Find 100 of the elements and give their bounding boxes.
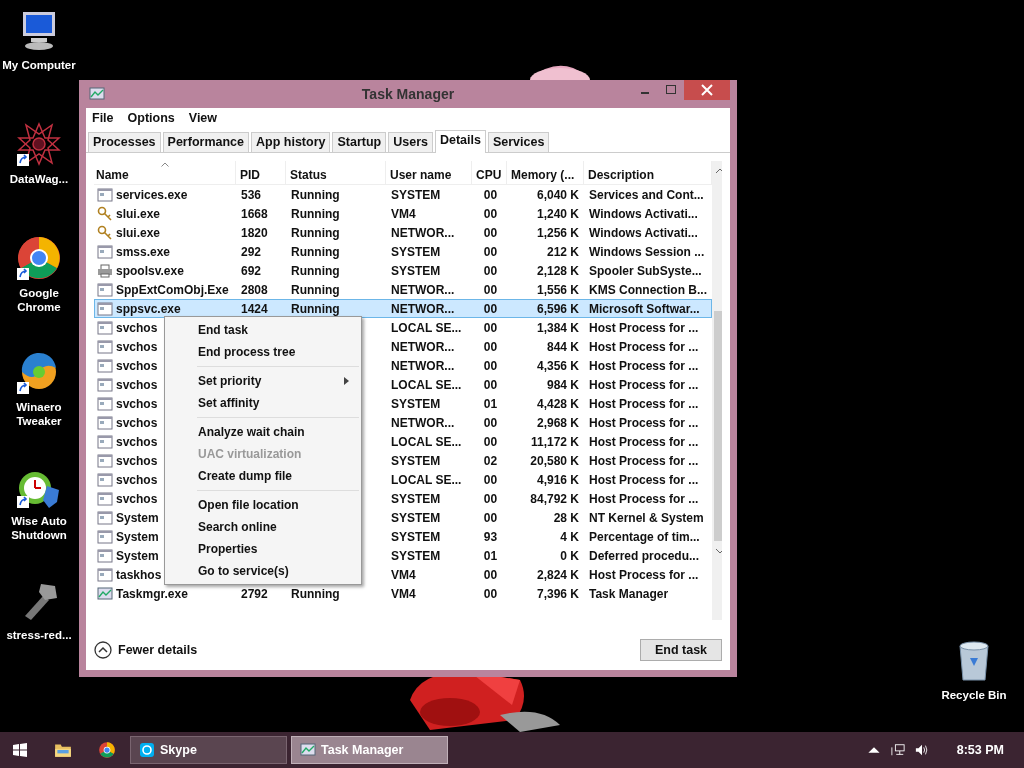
app-window-icon: [97, 357, 113, 374]
tab[interactable]: Startup: [332, 132, 387, 152]
user-cell: LOCAL SE...: [391, 472, 462, 487]
app-window-icon: [97, 490, 113, 507]
column-header[interactable]: Name: [94, 161, 236, 184]
context-menu-item[interactable]: End task: [165, 319, 361, 341]
context-menu-item[interactable]: Analyze wait chain: [165, 421, 361, 443]
pid-cell: 1820: [241, 225, 268, 240]
chart-icon: [97, 585, 113, 602]
taskbar-button-label: Task Manager: [321, 743, 404, 757]
scroll-down-icon[interactable]: [715, 547, 722, 555]
process-name: SppExtComObj.Exe: [116, 282, 229, 297]
process-name: svchos: [116, 453, 158, 468]
desktop-icon-label[interactable]: DataWag...: [1, 172, 77, 186]
network-icon[interactable]: [890, 743, 905, 757]
start-icon[interactable]: [12, 742, 28, 758]
context-menu-item[interactable]: Go to service(s): [165, 560, 361, 582]
app-window-icon: [97, 547, 113, 564]
process-name: slui.exe: [116, 225, 161, 240]
tab[interactable]: Users: [388, 132, 433, 152]
app-window-icon: [97, 414, 113, 431]
context-menu-item[interactable]: Open file location: [165, 494, 361, 516]
cpu-cell: 00: [483, 377, 498, 392]
selected-row[interactable]: sppsvc.exe 1424 Running NETWOR... 00 6,596 K Microsoft Softwar...: [94, 299, 712, 318]
end-task-button[interactable]: End task: [640, 639, 722, 661]
column-header[interactable]: Memory (...: [507, 161, 584, 184]
user-cell: VM4: [391, 567, 416, 582]
user-cell: SYSTEM: [391, 453, 441, 468]
process-name: slui.exe: [116, 206, 161, 221]
desktop-icon-label[interactable]: Google Chrome: [1, 286, 77, 314]
process-name: sppsvc.exe: [116, 301, 181, 316]
context-menu-item[interactable]: Set priority: [165, 370, 361, 392]
menu-item[interactable]: Options: [127, 111, 175, 125]
desktop-icon-label[interactable]: Recycle Bin: [936, 688, 1012, 702]
column-header[interactable]: User name: [386, 161, 472, 184]
column-header[interactable]: Status: [286, 161, 386, 184]
app-window-icon: [97, 566, 113, 583]
scroll-up-icon[interactable]: [715, 167, 722, 175]
star-icon[interactable]: [15, 120, 63, 168]
description-cell: Host Process for ...: [589, 377, 699, 392]
context-menu-item[interactable]: End process tree: [165, 341, 361, 363]
context-menu-item[interactable]: Create dump file: [165, 465, 361, 487]
process-name: taskhos: [116, 567, 162, 582]
column-header[interactable]: PID: [236, 161, 286, 184]
cpu-cell: 01: [483, 396, 498, 411]
process-name: System: [116, 548, 159, 563]
pid-cell: 292: [241, 244, 262, 259]
status-cell: Running: [291, 206, 340, 221]
memory-cell: 6,596 K: [536, 301, 579, 316]
chrome-icon[interactable]: [15, 234, 63, 282]
cpu-cell: 00: [483, 358, 498, 373]
context-menu-item[interactable]: Set affinity: [165, 392, 361, 414]
memory-cell: 0 K: [560, 548, 579, 563]
desktop-icon-label[interactable]: Wise Auto Shutdown: [1, 514, 77, 542]
description-cell: Host Process for ...: [589, 396, 699, 411]
sort-caret-icon: [160, 162, 169, 167]
memory-cell: 1,556 K: [536, 282, 579, 297]
app-window-icon: [97, 300, 113, 317]
cpu-cell: 00: [483, 263, 498, 278]
user-cell: NETWOR...: [391, 358, 455, 373]
status-cell: Running: [291, 586, 340, 601]
tab[interactable]: Details: [434, 130, 486, 153]
chevron-up-icon: [94, 641, 112, 659]
description-cell: Services and Cont...: [589, 187, 704, 202]
tab[interactable]: Services: [487, 132, 550, 152]
context-menu-item[interactable]: Properties: [165, 538, 361, 560]
tab[interactable]: Performance: [162, 132, 249, 152]
menu-item[interactable]: File: [92, 111, 114, 125]
description-cell: Host Process for ...: [589, 320, 699, 335]
desktop-icon-label[interactable]: stress-red...: [1, 628, 77, 642]
app-window-icon: [97, 471, 113, 488]
chrome-icon[interactable]: [98, 741, 116, 759]
process-name: svchos: [116, 415, 158, 430]
context-menu-item[interactable]: Search online: [165, 516, 361, 538]
app-window-icon: [97, 243, 113, 260]
app-window-icon: [97, 376, 113, 393]
user-cell: SYSTEM: [391, 396, 441, 411]
desktop-icon-label[interactable]: Winaero Tweaker: [1, 400, 77, 428]
desktop-icon-label[interactable]: My Computer: [1, 58, 77, 72]
cpu-cell: 00: [483, 472, 498, 487]
folder-icon[interactable]: [54, 741, 72, 759]
column-header[interactable]: CPU: [472, 161, 507, 184]
description-cell: Host Process for ...: [589, 415, 699, 430]
app-window-icon: [97, 433, 113, 450]
description-cell: Host Process for ...: [589, 434, 699, 449]
close-icon[interactable]: [684, 80, 730, 100]
clock[interactable]: 8:53 PM: [956, 743, 1004, 757]
memory-cell: 844 K: [546, 339, 579, 354]
app-window-icon: [97, 186, 113, 203]
tab[interactable]: Processes: [88, 132, 161, 152]
volume-icon[interactable]: [914, 743, 929, 757]
taskbar-button[interactable]: Skype: [130, 736, 287, 764]
tab[interactable]: App history: [251, 132, 331, 152]
process-name: System: [116, 529, 159, 544]
menu-item[interactable]: View: [188, 111, 218, 125]
status-cell: Running: [291, 244, 340, 259]
memory-cell: 212 K: [546, 244, 579, 259]
description-cell: Windows Activati...: [589, 225, 698, 240]
cpu-cell: 00: [483, 415, 498, 430]
fewer-details-link[interactable]: Fewer details: [94, 641, 198, 659]
